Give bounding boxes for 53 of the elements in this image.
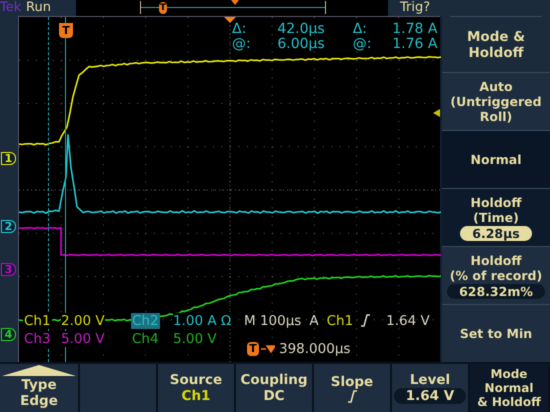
channel-name[interactable]: Ch1 — [23, 313, 52, 329]
channel-marker: 3 — [1, 263, 16, 276]
record-trigger-marker: T — [159, 2, 167, 14]
menu-button[interactable]: Slope — [314, 364, 390, 412]
channel-name[interactable]: Ch3 — [23, 331, 52, 347]
channel-marker: 2 — [1, 220, 16, 233]
triangle-icon — [2, 365, 76, 376]
timebase-scale: M 100µs — [244, 313, 302, 329]
channel-marker: 1 — [1, 152, 16, 165]
cursor-symbol: @: — [352, 37, 372, 52]
cursor-symbol: Δ: — [232, 22, 248, 37]
menu-label: Holdoff (% of record) — [450, 252, 542, 282]
menu-button[interactable]: Normal — [442, 130, 550, 188]
cursor-amplitude: 1.76 A — [391, 37, 438, 52]
menu-button[interactable]: Level 1.64 V — [392, 364, 468, 412]
cursor-symbol: @: — [232, 37, 251, 52]
arrow-icon — [261, 345, 275, 353]
menu-value: 6.28µs — [460, 226, 532, 240]
channel-scale: 1.00 A Ω — [173, 313, 232, 329]
trigger-source: Ch1 — [326, 313, 354, 329]
channel-scale: 2.00 V — [61, 313, 105, 329]
menu-value: 628.32m% — [447, 284, 545, 298]
rising-edge-icon — [361, 314, 370, 327]
menu-button[interactable]: Set to Min — [442, 304, 550, 362]
cursor-amplitude: 1.78 A — [391, 22, 438, 37]
run-status: Run — [26, 0, 52, 16]
trigger-level: 1.64 V — [386, 313, 430, 329]
trigger-delay: 398.000µs — [279, 341, 350, 357]
cursor-time: 6.00µs — [276, 37, 325, 52]
menu-label: Auto (Untriggered Roll) — [450, 79, 542, 124]
rising-edge-icon — [348, 390, 356, 402]
channel-name[interactable]: Ch4 — [131, 331, 160, 347]
trigger-level-icon — [433, 109, 440, 117]
menu-label: Set to Min — [460, 326, 532, 341]
trigger-position-marker: T — [247, 342, 259, 356]
trigger-point-icon — [231, 0, 239, 5]
cursor-time: 42.0µs — [276, 22, 325, 37]
menu-button[interactable]: Auto (Untriggered Roll) — [442, 72, 550, 130]
trigger-marker: T — [59, 23, 73, 38]
menu-button[interactable]: Holdoff (% of record) 628.32m% — [442, 246, 550, 304]
menu-label: Normal — [470, 152, 522, 167]
menu-button[interactable]: Type Edge — [0, 364, 78, 412]
channel-scale: 5.00 V — [61, 331, 105, 347]
menu-title: Mode Normal & Holdoff — [470, 364, 548, 412]
cursor-symbol: Δ: — [352, 22, 368, 37]
trigger-status: Trig? — [399, 0, 430, 16]
channel-scale: 5.00 V — [173, 331, 217, 347]
menu-button[interactable]: Source Ch1 — [158, 364, 234, 412]
menu-label: Holdoff (Time) — [470, 194, 522, 224]
menu-button[interactable]: Coupling DC — [236, 364, 312, 412]
channel-marker: 4 — [1, 328, 16, 341]
trigger-label: A — [309, 313, 319, 329]
menu-button[interactable]: Holdoff (Time) 6.28µs — [442, 188, 550, 246]
